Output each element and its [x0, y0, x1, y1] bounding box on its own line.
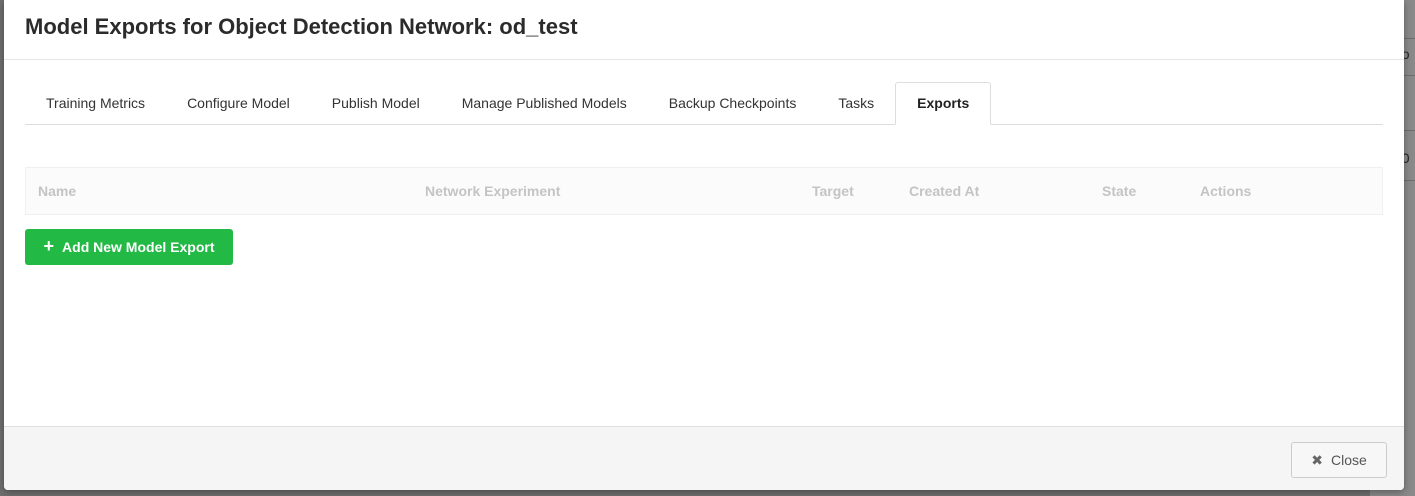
- close-button[interactable]: ✖ Close: [1291, 442, 1387, 478]
- column-header-actions: Actions: [1200, 183, 1252, 199]
- tab-backup-checkpoints[interactable]: Backup Checkpoints: [648, 82, 818, 124]
- column-header-name[interactable]: Name: [38, 168, 76, 214]
- exports-table: Name Network Experiment Target Created A…: [25, 167, 1383, 215]
- tab-training-metrics[interactable]: Training Metrics: [25, 82, 166, 124]
- tab-manage-published-models[interactable]: Manage Published Models: [441, 82, 648, 124]
- column-header-network-experiment[interactable]: Network Experiment: [425, 168, 560, 214]
- column-header-state[interactable]: State: [1102, 168, 1136, 214]
- modal-footer: ✖ Close: [4, 426, 1404, 490]
- close-icon: ✖: [1311, 451, 1323, 468]
- tab-bar: Training Metrics Configure Model Publish…: [25, 82, 1383, 125]
- column-header-created-at[interactable]: Created At: [909, 168, 979, 214]
- close-button-label: Close: [1330, 452, 1367, 468]
- add-button-label: Add New Model Export: [62, 239, 215, 255]
- tab-exports[interactable]: Exports: [895, 82, 992, 125]
- tab-configure-model[interactable]: Configure Model: [166, 82, 311, 124]
- modal-header: Model Exports for Object Detection Netwo…: [4, 0, 1404, 60]
- add-new-model-export-button[interactable]: + Add New Model Export: [25, 229, 233, 265]
- column-header-target[interactable]: Target: [812, 168, 854, 214]
- tab-tasks[interactable]: Tasks: [817, 82, 895, 124]
- plus-icon: +: [43, 236, 55, 256]
- modal-title: Model Exports for Object Detection Netwo…: [25, 14, 578, 39]
- model-exports-modal: Model Exports for Object Detection Netwo…: [4, 0, 1404, 490]
- tab-publish-model[interactable]: Publish Model: [311, 82, 441, 124]
